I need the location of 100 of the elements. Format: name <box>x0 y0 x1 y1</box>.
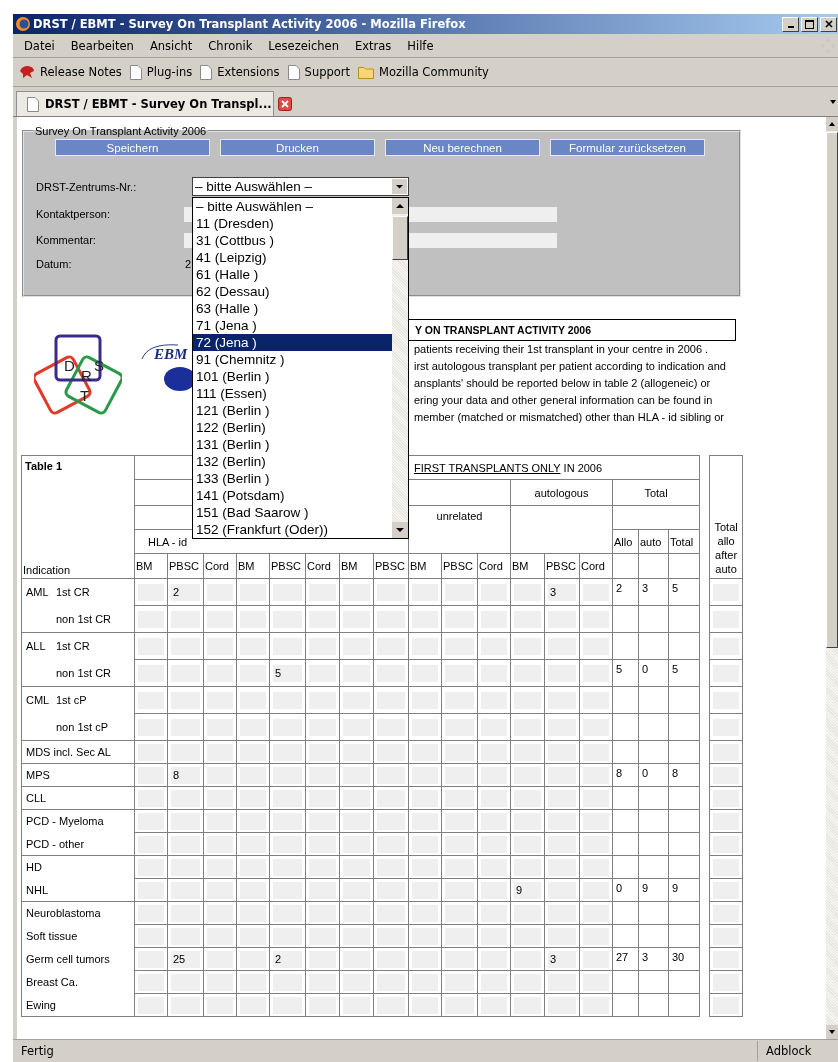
input-field[interactable]: 25 <box>171 950 200 968</box>
table-caption: FIRST TRANSPLANTS ONLY IN 2006 <box>414 461 603 474</box>
dropdown-option[interactable]: 63 (Halle ) <box>193 300 392 317</box>
dropdown-option[interactable]: 11 (Dresden) <box>193 215 392 232</box>
tab-list-icon[interactable] <box>830 99 836 104</box>
status-panel[interactable]: Adblock <box>757 1041 826 1061</box>
indication-label: MDS incl. Sec AL <box>26 746 111 758</box>
indication-label: AML <box>26 586 50 599</box>
page-icon <box>27 96 39 112</box>
intro-text: irst autologous transplant per patient according to indication and <box>413 359 727 374</box>
column-header: Cord <box>205 560 229 572</box>
scroll-up-icon[interactable] <box>392 198 408 214</box>
stage-label: 1st CR <box>56 640 90 653</box>
menu-item[interactable]: Bearbeiten <box>62 38 142 53</box>
column-header: BM <box>341 560 358 572</box>
column-header: PBSC <box>443 560 473 572</box>
column-header: Total <box>644 486 668 499</box>
dropdown-option[interactable]: 71 (Jena ) <box>193 317 392 334</box>
menu-item[interactable]: Datei <box>16 38 63 53</box>
menu-item[interactable]: Extras <box>346 38 400 53</box>
indication-label: Ewing <box>26 998 56 1011</box>
indication-label: Germ cell tumors <box>26 953 110 965</box>
form-button[interactable]: Neu berechnen <box>385 139 540 156</box>
table-cell: 0 <box>642 663 649 675</box>
table-cell: 5 <box>672 663 679 675</box>
dropdown-option[interactable]: 61 (Halle ) <box>193 266 392 283</box>
minimize-button[interactable] <box>782 16 799 32</box>
input-field[interactable]: 8 <box>171 766 200 784</box>
scroll-down-icon[interactable] <box>392 522 408 538</box>
maximize-button[interactable] <box>801 16 818 32</box>
dropdown-option[interactable]: 133 (Berlin ) <box>193 470 392 487</box>
form-button[interactable]: Drucken <box>220 139 375 156</box>
table-title: Table 1 <box>25 460 63 472</box>
column-header: PBSC <box>169 560 199 572</box>
page-icon <box>200 64 213 80</box>
input-field[interactable]: 9 <box>514 881 541 899</box>
indication-label: Breast Ca. <box>26 976 78 988</box>
input-field[interactable]: 2 <box>171 583 200 601</box>
dropdown-option[interactable]: 41 (Leipzig) <box>193 249 392 266</box>
folder-icon <box>358 65 375 79</box>
input-field[interactable]: 2 <box>273 950 302 968</box>
intro-text: ering your data and other general information can be found in <box>413 393 714 408</box>
dropdown-option[interactable]: 91 (Chemnitz ) <box>193 351 392 368</box>
bookmark-item[interactable]: Release Notes <box>19 65 122 79</box>
center-select[interactable]: – bitte Auswählen – <box>192 177 409 196</box>
column-header: Total <box>670 535 694 548</box>
dropdown-option[interactable]: 101 (Berlin ) <box>193 368 392 385</box>
form-button[interactable]: Speichern <box>55 139 210 156</box>
scroll-up-icon[interactable] <box>826 117 838 131</box>
bookmark-item[interactable]: Support <box>287 64 351 80</box>
menu-item[interactable]: Chronik <box>200 38 261 53</box>
bookmark-item[interactable]: Mozilla Community <box>358 65 489 79</box>
table-cell: 27 <box>616 951 629 963</box>
stage-label: non 1st CR <box>56 666 112 679</box>
dropdown-option[interactable]: 152 (Frankfurt (Oder)) <box>193 521 392 538</box>
menu-item[interactable]: Hilfe <box>399 38 442 53</box>
scrollbar-thumb[interactable] <box>826 132 838 648</box>
input-field[interactable]: 3 <box>548 950 576 968</box>
stage-label: non 1st CR <box>56 612 112 625</box>
dropdown-option[interactable]: 31 (Cottbus ) <box>193 232 392 249</box>
browser-logo-icon <box>15 16 31 32</box>
panel-legend: Survey On Transplant Activity 2006 <box>33 125 209 137</box>
status-text: Fertig <box>21 1044 54 1058</box>
stage-label: non 1st cP <box>56 720 108 733</box>
scrollbar-thumb[interactable] <box>392 216 408 260</box>
table-cell: 3 <box>642 582 649 594</box>
indication-label: Neuroblastoma <box>26 907 101 920</box>
dropdown-option[interactable]: – bitte Auswählen – <box>193 198 392 215</box>
form-button[interactable]: Formular zurücksetzen <box>550 139 705 156</box>
dropdown-option[interactable]: 111 (Essen) <box>193 385 392 402</box>
table-cell: 0 <box>616 882 623 894</box>
column-header: auto <box>640 535 662 548</box>
bookmark-item[interactable]: Extensions <box>200 64 280 80</box>
dropdown-option[interactable]: 122 (Berlin) <box>193 419 392 436</box>
input-field[interactable]: 5 <box>273 664 302 682</box>
indication-label: ALL <box>26 640 47 653</box>
column-header: Cord <box>581 560 605 572</box>
column-header: BM <box>410 560 427 572</box>
bookmark-item[interactable]: Plug-ins <box>129 64 193 80</box>
indication-label: PCD - Myeloma <box>26 815 104 828</box>
page-icon <box>287 64 300 80</box>
dropdown-option[interactable]: 132 (Berlin) <box>193 453 392 470</box>
indication-label: CLL <box>26 792 47 804</box>
dropdown-option[interactable]: 121 (Berlin ) <box>193 402 392 419</box>
list-scrollbar[interactable] <box>392 198 408 538</box>
menu-item[interactable]: Ansicht <box>141 38 201 53</box>
menu-item[interactable]: Lesezeichen <box>260 38 347 53</box>
intro-text: patients receiving their 1st transplant in your centre in 2006 . <box>413 342 710 357</box>
column-header: BM <box>238 560 255 572</box>
input-field[interactable]: 3 <box>548 583 576 601</box>
scroll-down-icon[interactable] <box>826 1025 838 1039</box>
table-cell: 8 <box>616 767 623 779</box>
dropdown-option[interactable]: 131 (Berlin ) <box>193 436 392 453</box>
close-tab-icon[interactable] <box>277 97 292 111</box>
indication-label: NHL <box>26 883 48 896</box>
page-scrollbar[interactable] <box>826 117 838 1039</box>
dropdown-option[interactable]: 62 (Dessau) <box>193 283 392 300</box>
close-button[interactable] <box>820 16 837 32</box>
dropdown-option[interactable]: 72 (Jena ) <box>193 334 392 351</box>
intro-text: ansplants' should be reported below in table 2 (allogeneic) or <box>413 376 712 391</box>
